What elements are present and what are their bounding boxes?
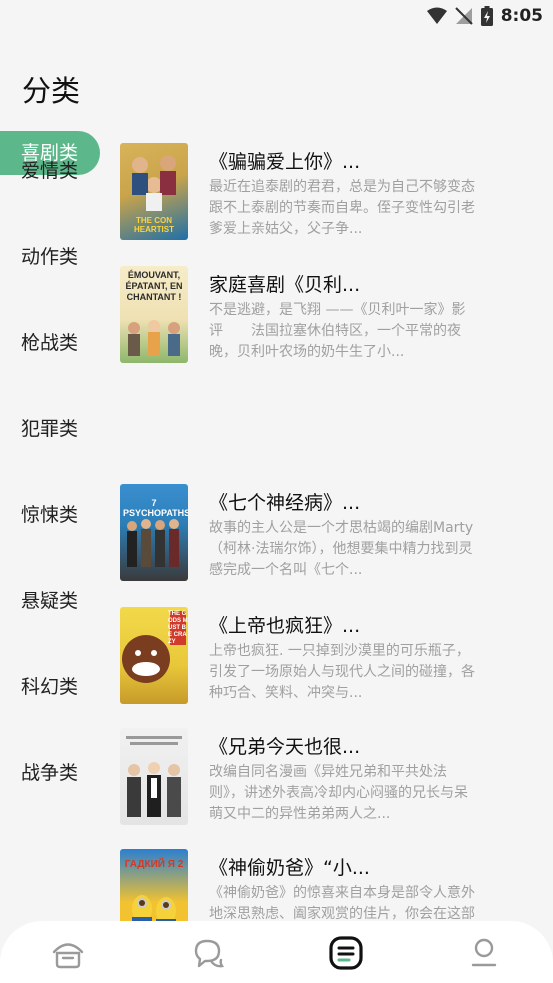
movie-description: 最近在追泰剧的君君，总是为自己不够变态跟不上泰剧的节奏而自卑。侄子变性勾引老爹爱… [209, 179, 475, 237]
movie-item[interactable]: THE CON HEARTIST 《骗骗爱上你》... 最近在追泰剧的君君，总是… [119, 143, 539, 241]
profile-icon[interactable] [464, 933, 504, 973]
category-label: 科幻类 [21, 676, 79, 698]
movie-title: 《神偷奶爸》“小... [209, 857, 370, 879]
home-icon[interactable] [48, 933, 88, 973]
page-title: 分类 [22, 74, 81, 108]
movie-description: 故事的主人公是一个才思枯竭的编剧Marty（柯林·法瑞尔饰），他想要集中精力找到… [209, 520, 474, 578]
status-icons: 8:05 [426, 6, 543, 26]
movie-description: 改编自同名漫画《异姓兄弟和平共处法则》，讲述外表高冷却内心闷骚的兄长与呆萌又中二… [209, 764, 468, 822]
chat-icon[interactable] [188, 933, 228, 973]
movie-poster: THE GODS MUST BE CRAZY [120, 607, 188, 704]
category-item-war[interactable]: 战争类 [0, 763, 112, 905]
movie-poster: 7 PSYCHOPATHS [120, 484, 188, 581]
movie-item[interactable]: ÉMOUVANT, ÉPATANT, EN CHANTANT ! 家庭喜剧《贝利… [119, 266, 539, 364]
status-bar: 8:05 [0, 0, 553, 32]
bottom-navigation [0, 921, 553, 983]
battery-charging-icon [480, 6, 493, 26]
category-label: 动作类 [21, 246, 79, 268]
category-label: 枪战类 [21, 332, 79, 354]
poster-art [128, 320, 180, 356]
category-label: 惊悚类 [21, 504, 79, 526]
category-label: 犯罪类 [21, 418, 79, 440]
movie-poster [120, 728, 188, 825]
movie-item[interactable]: 《兄弟今天也很... 改编自同名漫画《异姓兄弟和平共处法则》，讲述外表高冷却内心… [119, 728, 539, 826]
movie-title: 《骗骗爱上你》... [209, 151, 361, 173]
movie-title: 家庭喜剧《贝利... [209, 274, 361, 296]
no-signal-icon [454, 7, 473, 25]
movie-poster: ÉMOUVANT, ÉPATANT, EN CHANTANT ! [120, 266, 188, 363]
category-label: 战争类 [21, 762, 79, 784]
category-icon[interactable] [326, 933, 366, 973]
category-sidebar: 喜剧类 爱情类 动作类 枪战类 犯罪类 惊悚类 悬疑类 科幻类 战争类 [0, 131, 112, 905]
movie-description: 不是逃避，是飞翔 ——《贝利叶一家》影评 法国拉塞休伯特区，一个平常的夜晚，贝利… [209, 302, 466, 360]
category-label: 悬疑类 [21, 590, 79, 612]
poster-caption: THE GODS MUST BE CRAZY [168, 611, 188, 645]
status-time: 8:05 [500, 6, 543, 26]
movie-title: 《上帝也疯狂》... [209, 615, 361, 637]
movie-description: 上帝也疯狂. 一只掉到沙漠里的可乐瓶子，引发了一场原始人与现代人之间的碰撞，各种… [209, 643, 475, 701]
category-label: 爱情类 [21, 160, 79, 182]
movie-item[interactable]: THE GODS MUST BE CRAZY 《上帝也疯狂》... 上帝也疯狂.… [119, 607, 539, 705]
poster-art [127, 519, 179, 567]
wifi-icon [426, 7, 447, 24]
movie-poster: THE CON HEARTIST [120, 143, 188, 240]
poster-art [126, 736, 182, 817]
movie-title: 《七个神经病》... [209, 492, 361, 514]
movie-item[interactable]: 7 PSYCHOPATHS 《七个神经病》... 故事的主人公是一个才思枯竭的编… [119, 484, 539, 582]
poster-caption: THE CON HEARTIST [134, 216, 174, 234]
movie-title: 《兄弟今天也很... [209, 736, 361, 758]
